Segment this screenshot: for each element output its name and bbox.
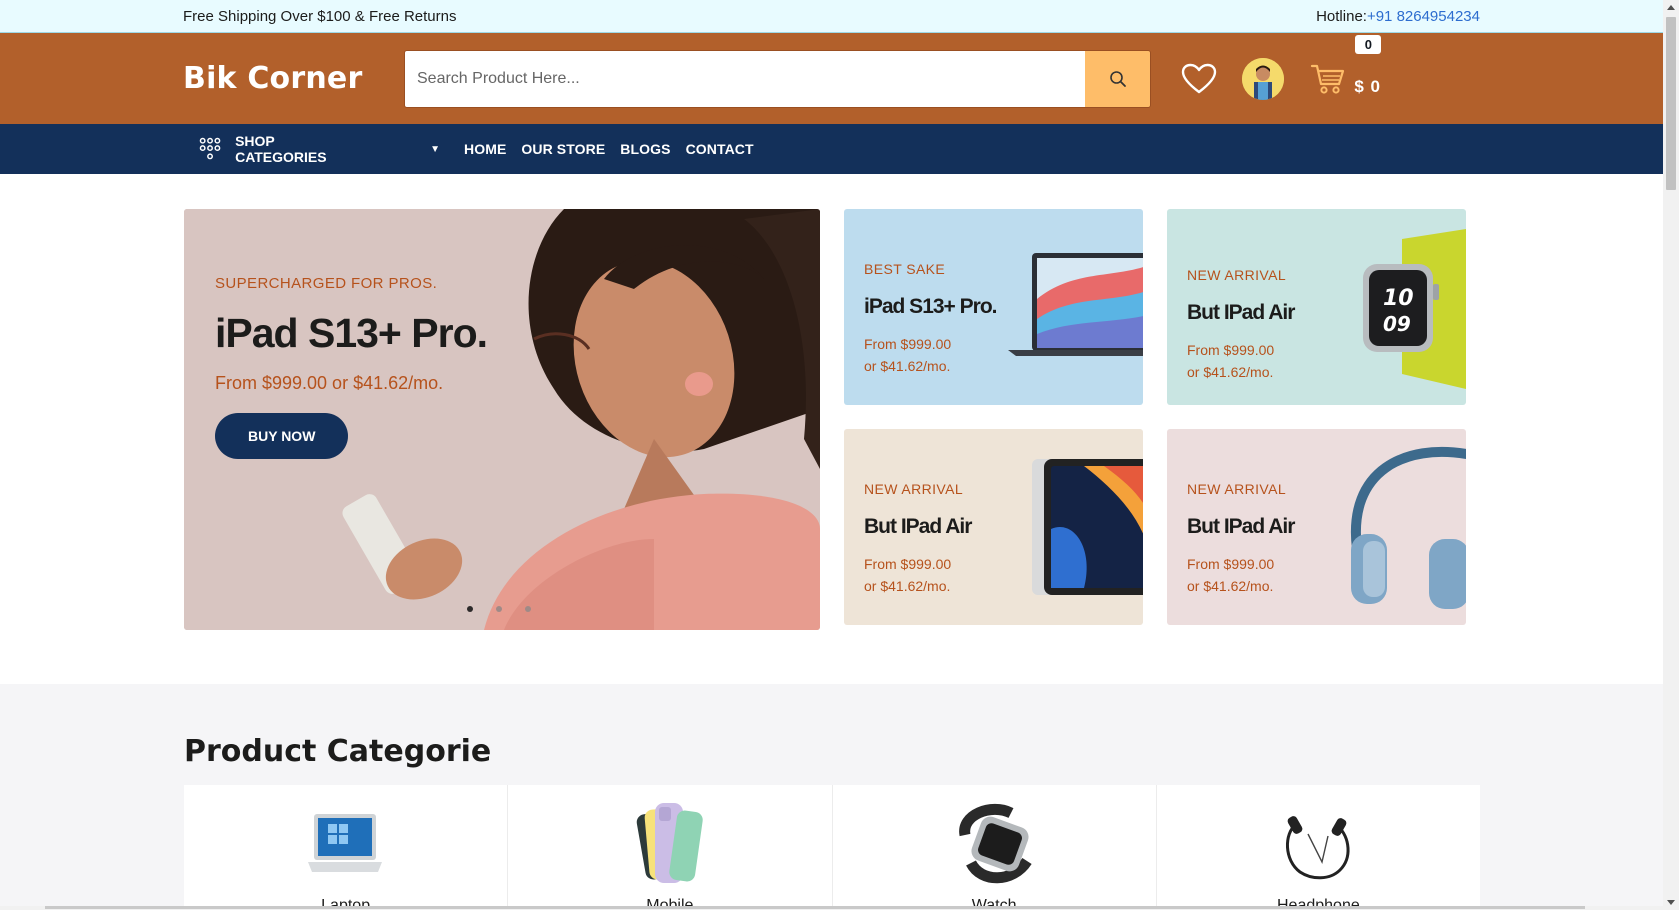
wishlist-button[interactable]: [1180, 62, 1218, 96]
small-banner-tablet[interactable]: NEW ARRIVAL But IPad Air From $999.00 or …: [844, 429, 1143, 625]
main-banner-eyebrow: SUPERCHARGED FOR PROS.: [215, 275, 438, 292]
shop-categories-dropdown[interactable]: SHOP CATEGORIES ▼: [183, 133, 440, 165]
price-line: or $41.62/mo.: [864, 578, 951, 594]
cart-count-badge: 0: [1355, 34, 1382, 54]
price-line: From $999.00: [864, 336, 952, 352]
carousel-dot[interactable]: [496, 606, 502, 612]
category-card-headphone[interactable]: Headphone: [1157, 785, 1480, 910]
small-banner-title: But IPad Air: [1187, 515, 1295, 538]
small-banner-laptop[interactable]: BEST SAKE iPad S13+ Pro. From $999.00 or …: [844, 209, 1143, 405]
small-banner-price: From $999.00 or $41.62/mo.: [1187, 339, 1294, 383]
hero-section: SUPERCHARGED FOR PROS. iPad S13+ Pro. Fr…: [184, 209, 1467, 630]
section-heading: Product Categorie: [184, 734, 492, 769]
hotline: Hotline:+91 8264954234: [1316, 8, 1480, 25]
price-line: From $999.00: [864, 556, 952, 572]
svg-text:10: 10: [1383, 286, 1414, 311]
watch-image: [951, 797, 1037, 891]
category-list: Laptop Mobile Watch Headphone: [184, 785, 1480, 910]
cart-total: $ 0: [1354, 76, 1381, 96]
carousel-dots: [467, 606, 531, 612]
small-banner-headphones[interactable]: NEW ARRIVAL But IPad Air From $999.00 or …: [1167, 429, 1466, 625]
main-banner-price: From $999.00 or $41.62/mo.: [215, 373, 444, 393]
main-banner-title: iPad S13+ Pro.: [215, 310, 488, 356]
header-actions: 0 $ 0: [1180, 33, 1382, 124]
small-banner-eyebrow: NEW ARRIVAL: [1187, 267, 1287, 283]
shopping-cart-icon: [1311, 64, 1345, 94]
category-card-laptop[interactable]: Laptop: [184, 785, 509, 910]
search-button[interactable]: [1085, 50, 1150, 107]
search-icon: [1109, 70, 1126, 87]
carousel-dot[interactable]: [467, 606, 473, 612]
small-banner-price: From $999.00 or $41.62/mo.: [864, 333, 997, 377]
cart-button[interactable]: 0 $ 0: [1310, 34, 1382, 97]
person-icon: [1242, 57, 1285, 100]
price-line: From $999.00: [1187, 556, 1275, 572]
scroll-up-arrow-icon[interactable]: [1667, 5, 1675, 10]
category-card-mobile[interactable]: Mobile: [508, 785, 833, 910]
nav-link-our-store[interactable]: OUR STORE: [521, 141, 605, 157]
main-header: Bik Corner 0 $ 0: [0, 33, 1663, 124]
price-line: From $999.00: [1187, 342, 1275, 358]
search-bar: [404, 49, 1151, 108]
main-navigation: SHOP CATEGORIES ▼ HOME OUR STORE BLOGS C…: [0, 124, 1663, 174]
heart-icon: [1182, 63, 1217, 93]
user-avatar[interactable]: [1242, 57, 1285, 100]
vertical-scrollbar[interactable]: [1663, 0, 1679, 910]
carousel-dot[interactable]: [525, 606, 531, 612]
buy-now-button[interactable]: BUY NOW: [215, 413, 349, 459]
nav-link-contact[interactable]: CONTACT: [686, 141, 754, 157]
horizontal-scrollbar[interactable]: [0, 906, 1663, 910]
top-announcement-bar: Free Shipping Over $100 & Free Returns H…: [0, 0, 1663, 33]
product-categories-section: Product Categorie Laptop Mobile Watch He…: [0, 684, 1663, 910]
main-banner-text: SUPERCHARGED FOR PROS. iPad S13+ Pro. Fr…: [215, 275, 488, 459]
categories-grid-icon: [199, 137, 221, 160]
small-banner-text: NEW ARRIVAL But IPad Air From $999.00 or …: [1187, 267, 1295, 383]
nav-links: HOME OUR STORE BLOGS CONTACT: [464, 141, 754, 157]
headphone-image: [1278, 797, 1358, 891]
hotline-label: Hotline:: [1316, 7, 1367, 25]
small-banner-text: BEST SAKE iPad S13+ Pro. From $999.00 or …: [864, 261, 997, 377]
small-banner-eyebrow: NEW ARRIVAL: [864, 481, 964, 497]
small-banner-title: But IPad Air: [864, 515, 972, 538]
nav-link-blogs[interactable]: BLOGS: [620, 141, 670, 157]
horizontal-scrollbar-thumb[interactable]: [45, 906, 1585, 909]
shipping-notice: Free Shipping Over $100 & Free Returns: [183, 7, 457, 25]
mobile-image: [635, 797, 705, 891]
small-banner-watch[interactable]: 10 09 NEW ARRIVAL But IPad Air From $999…: [1167, 209, 1466, 405]
main-banner[interactable]: SUPERCHARGED FOR PROS. iPad S13+ Pro. Fr…: [184, 209, 820, 630]
small-banner-eyebrow: BEST SAKE: [864, 261, 946, 277]
nav-link-home[interactable]: HOME: [464, 141, 506, 157]
laptop-image: [306, 797, 386, 891]
price-line: or $41.62/mo.: [1187, 364, 1274, 380]
small-banner-price: From $999.00 or $41.62/mo.: [1187, 553, 1294, 597]
small-banner-text: NEW ARRIVAL But IPad Air From $999.00 or …: [864, 481, 972, 597]
small-banner-eyebrow: NEW ARRIVAL: [1187, 481, 1287, 497]
search-input[interactable]: [405, 50, 1085, 107]
vertical-scrollbar-thumb[interactable]: [1666, 17, 1676, 190]
svg-text:09: 09: [1383, 312, 1411, 336]
chevron-down-icon: ▼: [430, 143, 440, 155]
small-banner-price: From $999.00 or $41.62/mo.: [864, 553, 971, 597]
hotline-phone-link[interactable]: +91 8264954234: [1367, 8, 1480, 25]
small-banner-title: iPad S13+ Pro.: [864, 295, 997, 318]
shop-categories-label: SHOP CATEGORIES: [235, 133, 327, 165]
price-line: or $41.62/mo.: [1187, 578, 1274, 594]
brand-logo[interactable]: Bik Corner: [183, 61, 404, 96]
price-line: or $41.62/mo.: [864, 358, 951, 374]
page: Free Shipping Over $100 & Free Returns H…: [0, 0, 1663, 910]
category-card-watch[interactable]: Watch: [833, 785, 1157, 910]
small-banner-title: But IPad Air: [1187, 301, 1295, 324]
small-banner-text: NEW ARRIVAL But IPad Air From $999.00 or …: [1187, 481, 1295, 597]
scroll-down-arrow-icon[interactable]: [1667, 900, 1675, 905]
